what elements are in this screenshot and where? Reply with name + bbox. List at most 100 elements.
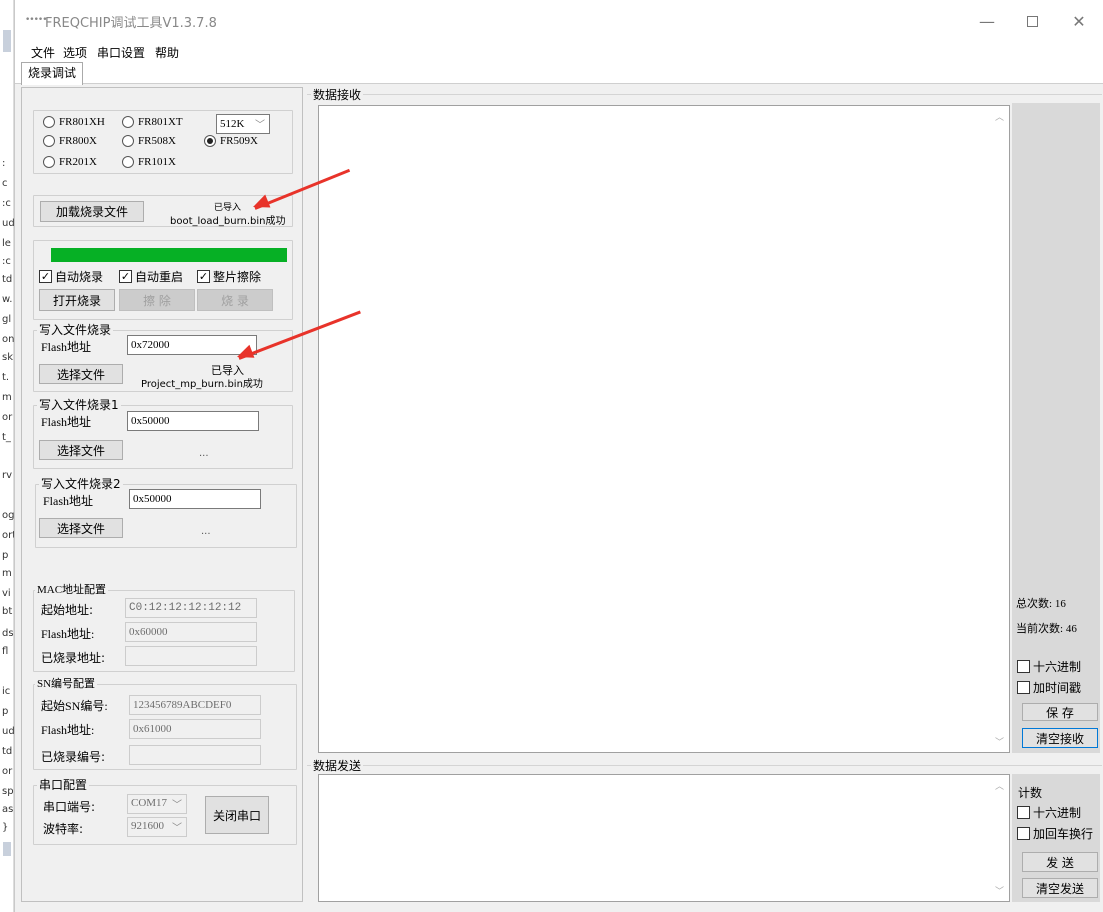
title-bar[interactable]: ••••• FREQCHIP调试工具V1.3.7.8 — ✕: [15, 0, 1103, 42]
chevron-down-icon: ﹀: [255, 120, 265, 131]
auto-burn-checkbox[interactable]: ✓ 自动烧录: [39, 268, 103, 285]
load-status-line2: boot_load_burn.bin成功: [170, 216, 286, 227]
serial-config-title: 串口配置: [37, 776, 90, 793]
radio-fr508x[interactable]: FR508X: [122, 135, 176, 147]
sn-config-title: SN编号配置: [35, 675, 98, 691]
radio-fr509x[interactable]: FR509X: [204, 135, 258, 147]
bg-fragment: t_: [2, 432, 11, 443]
menu-file[interactable]: 文件: [31, 44, 55, 61]
write-file-title-0: 写入文件烧录: [37, 321, 114, 338]
mac-burned-input[interactable]: [125, 646, 257, 666]
flash-address-input-1[interactable]: 0x50000: [127, 411, 259, 431]
serial-port-select[interactable]: COM17 ﹀: [127, 794, 187, 814]
receive-textarea[interactable]: ︿ ﹀: [318, 105, 1010, 753]
select-file-button-2[interactable]: 选择文件: [39, 518, 123, 538]
bg-fragment: fl: [2, 646, 9, 657]
bg-fragment: on: [2, 334, 15, 345]
write-status-line2-0: Project_mp_burn.bin成功: [141, 379, 263, 390]
close-serial-button[interactable]: 关闭串口: [205, 796, 269, 834]
scroll-down-icon[interactable]: ﹀: [995, 884, 1004, 897]
flash-address-label: Flash地址: [41, 340, 92, 354]
bg-fragment: og: [2, 510, 15, 521]
sn-flash-label: Flash地址:: [41, 723, 95, 737]
bg-fragment: c: [2, 178, 8, 189]
checkmark-icon: ✓: [119, 270, 132, 283]
bg-fragment: :c: [2, 256, 11, 267]
mac-config-title: MAC地址配置: [35, 581, 109, 597]
clear-send-button[interactable]: 清空发送: [1022, 878, 1098, 898]
menu-help[interactable]: 帮助: [155, 44, 179, 61]
baud-rate-select[interactable]: 921600 ﹀: [127, 817, 187, 837]
chip-erase-checkbox[interactable]: ✓ 整片擦除: [197, 268, 261, 285]
bg-fragment: sk: [2, 352, 14, 363]
radio-circle: [43, 116, 55, 128]
sn-flash-input[interactable]: 0x61000: [129, 719, 261, 739]
menu-options[interactable]: 选项: [63, 44, 87, 61]
total-count: 总次数: 16: [1016, 598, 1066, 610]
close-window-button[interactable]: ✕: [1057, 7, 1101, 35]
bg-fragment: td: [2, 746, 13, 757]
select-file-button-1[interactable]: 选择文件: [39, 440, 123, 460]
receive-timestamp-checkbox[interactable]: 加时间戳: [1017, 679, 1081, 696]
bg-fragment: bt: [2, 606, 13, 617]
bg-fragment: m: [2, 568, 12, 579]
bg-fragment: :c: [2, 198, 11, 209]
clear-receive-button[interactable]: 清空接收: [1022, 728, 1098, 748]
receive-scrollbar[interactable]: ︿ ﹀: [992, 106, 1009, 752]
bg-fragment: or: [2, 412, 13, 423]
send-textarea[interactable]: ︿ ﹀: [318, 774, 1010, 902]
save-button[interactable]: 保 存: [1022, 703, 1098, 721]
burn-progress-bar: [51, 248, 287, 262]
tab-burn-debug[interactable]: 烧录调试: [21, 62, 84, 85]
scroll-down-icon[interactable]: ﹀: [995, 735, 1004, 748]
minimize-button[interactable]: —: [965, 7, 1009, 35]
mac-start-label: 起始地址:: [41, 603, 94, 617]
sn-start-label: 起始SN编号:: [41, 699, 108, 713]
select-file-button-0[interactable]: 选择文件: [39, 364, 123, 384]
mac-flash-input[interactable]: 0x60000: [125, 622, 257, 642]
radio-fr201x[interactable]: FR201X: [43, 156, 97, 168]
radio-fr101x[interactable]: FR101X: [122, 156, 176, 168]
flash-address-input-2[interactable]: 0x50000: [129, 489, 261, 509]
scroll-up-icon[interactable]: ︿: [995, 110, 1004, 123]
send-scrollbar[interactable]: ︿ ﹀: [992, 775, 1009, 901]
receive-hex-checkbox[interactable]: 十六进制: [1017, 658, 1081, 675]
bg-fragment: :: [2, 158, 6, 169]
load-burn-file-button[interactable]: 加载烧录文件: [40, 201, 144, 222]
burn-button[interactable]: 烧 录: [197, 289, 273, 311]
send-group-border: [307, 765, 1102, 766]
flash-size-select[interactable]: 512K ﹀: [216, 114, 270, 134]
send-button[interactable]: 发 送: [1022, 852, 1098, 872]
sn-start-input[interactable]: 123456789ABCDEF0: [129, 695, 261, 715]
bg-fragment: m: [2, 392, 12, 403]
menu-serial-settings[interactable]: 串口设置: [97, 44, 145, 61]
sn-burned-input[interactable]: [129, 745, 261, 765]
mac-start-input[interactable]: C0:12:12:12:12:12: [125, 598, 257, 618]
radio-circle: [122, 156, 134, 168]
chevron-down-icon: ﹀: [172, 800, 182, 811]
scroll-up-icon[interactable]: ︿: [995, 779, 1004, 792]
bg-fragment: ud: [2, 218, 15, 229]
receive-title: 数据接收: [311, 86, 364, 103]
bg-fragment: rv: [2, 470, 13, 481]
auto-restart-checkbox[interactable]: ✓ 自动重启: [119, 268, 183, 285]
bg-fragment: as: [2, 804, 14, 815]
radio-fr800x[interactable]: FR800X: [43, 135, 97, 147]
open-burn-button[interactable]: 打开烧录: [39, 289, 115, 311]
radio-fr801xh[interactable]: FR801XH: [43, 116, 105, 128]
write-status-1: ...: [199, 448, 209, 459]
erase-button[interactable]: 擦 除: [119, 289, 195, 311]
menu-bar: 文件 选项 串口设置 帮助: [15, 42, 1103, 62]
flash-address-label: Flash地址: [41, 415, 92, 429]
sn-burned-label: 已烧录编号:: [41, 750, 106, 764]
bg-fragment: vi: [2, 588, 11, 599]
send-crlf-checkbox[interactable]: 加回车换行: [1017, 825, 1093, 842]
send-hex-checkbox[interactable]: 十六进制: [1017, 804, 1081, 821]
maximize-button[interactable]: [1010, 7, 1054, 35]
window-title: FREQCHIP调试工具V1.3.7.8: [45, 16, 217, 31]
radio-circle: [122, 135, 134, 147]
receive-side-panel: 总次数: 16 当前次数: 46 十六进制 加时间戳 保 存 清空接收: [1012, 103, 1100, 753]
radio-fr801xt[interactable]: FR801XT: [122, 116, 183, 128]
app-window: ••••• FREQCHIP调试工具V1.3.7.8 — ✕ 文件 选项 串口设…: [14, 0, 1103, 912]
bg-fragment: }: [2, 822, 9, 833]
